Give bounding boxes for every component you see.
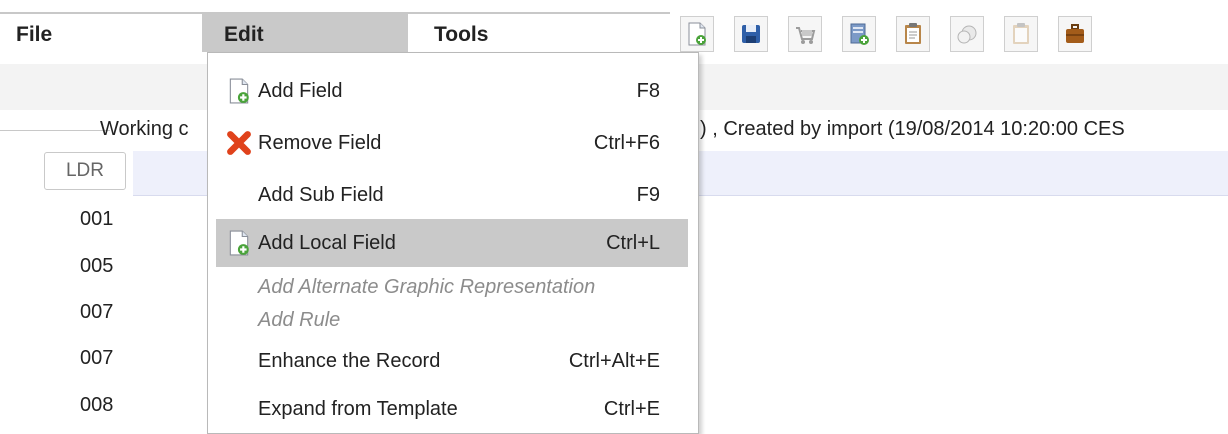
status-text: Working c <box>100 118 189 140</box>
new-record-button[interactable] <box>842 16 876 52</box>
divider <box>0 130 110 131</box>
new-document-button[interactable] <box>680 16 714 52</box>
add-field-icon <box>229 230 249 256</box>
field-tag[interactable]: 007 <box>80 301 113 324</box>
add-field-icon <box>229 78 249 104</box>
menu-edit[interactable]: Edit <box>202 14 408 52</box>
menu-item-remove-field[interactable]: Remove Field Ctrl+F6 <box>216 119 688 167</box>
menu-item-add-rule: Add Rule <box>258 309 341 331</box>
menu-item-label: Add Field <box>258 80 343 102</box>
briefcase-icon <box>1066 24 1084 43</box>
menu-item-shortcut: Ctrl+F6 <box>593 132 660 154</box>
menu-item-shortcut: F8 <box>636 80 660 102</box>
menu-item-label: Remove Field <box>258 132 382 154</box>
field-tag[interactable]: 001 <box>80 208 113 231</box>
field-tag[interactable]: 007 <box>80 347 113 370</box>
cart-button[interactable] <box>788 16 822 52</box>
menu-item-label: Add Sub Field <box>258 184 384 206</box>
menu-item-expand-template[interactable]: Expand from Template Ctrl+E <box>216 385 688 433</box>
copy-icon <box>957 25 977 44</box>
menu-item-shortcut: Ctrl+L <box>606 232 660 254</box>
field-tag[interactable]: 008 <box>80 394 113 417</box>
clipboard-paste-icon <box>1013 23 1029 44</box>
menu-item-shortcut: Ctrl+Alt+E <box>568 350 660 372</box>
briefcase-button[interactable] <box>1058 16 1092 52</box>
menu-item-label: Expand from Template <box>258 398 458 420</box>
menu-tools[interactable]: Tools <box>434 14 614 52</box>
menu-file[interactable]: File <box>16 14 166 52</box>
save-button[interactable] <box>734 16 768 52</box>
menu-item-add-local-field[interactable]: Add Local Field Ctrl+L <box>216 219 688 267</box>
field-tag[interactable]: 005 <box>80 255 113 278</box>
edit-menu-dropdown: Add Field F8 Remove Field Ctrl+F6 Add Su… <box>207 52 699 434</box>
menu-item-add-alternate-graphic: Add Alternate Graphic Representation <box>258 276 596 298</box>
new-record-icon <box>850 23 869 45</box>
remove-x-icon <box>227 131 251 155</box>
copy-button[interactable] <box>950 16 984 52</box>
toolbar <box>672 12 1228 58</box>
new-document-icon <box>688 22 706 46</box>
paste-button[interactable] <box>1004 16 1038 52</box>
menu-item-shortcut: F9 <box>636 184 660 206</box>
status-text-created: ) , Created by import (19/08/2014 10:20:… <box>700 118 1125 140</box>
menu-item-enhance-record[interactable]: Enhance the Record Ctrl+Alt+E <box>216 337 688 385</box>
clipboard-button[interactable] <box>896 16 930 52</box>
ldr-tag-field[interactable]: LDR <box>44 152 126 190</box>
cart-icon <box>796 27 816 44</box>
clipboard-icon <box>905 23 921 44</box>
menu-item-label: Enhance the Record <box>258 350 441 372</box>
save-icon <box>742 25 760 43</box>
menu-item-shortcut: Ctrl+E <box>603 398 660 420</box>
menu-item-add-sub-field[interactable]: Add Sub Field F9 <box>216 171 688 219</box>
menu-item-label: Add Local Field <box>258 232 396 254</box>
menu-item-add-field[interactable]: Add Field F8 <box>216 67 688 115</box>
